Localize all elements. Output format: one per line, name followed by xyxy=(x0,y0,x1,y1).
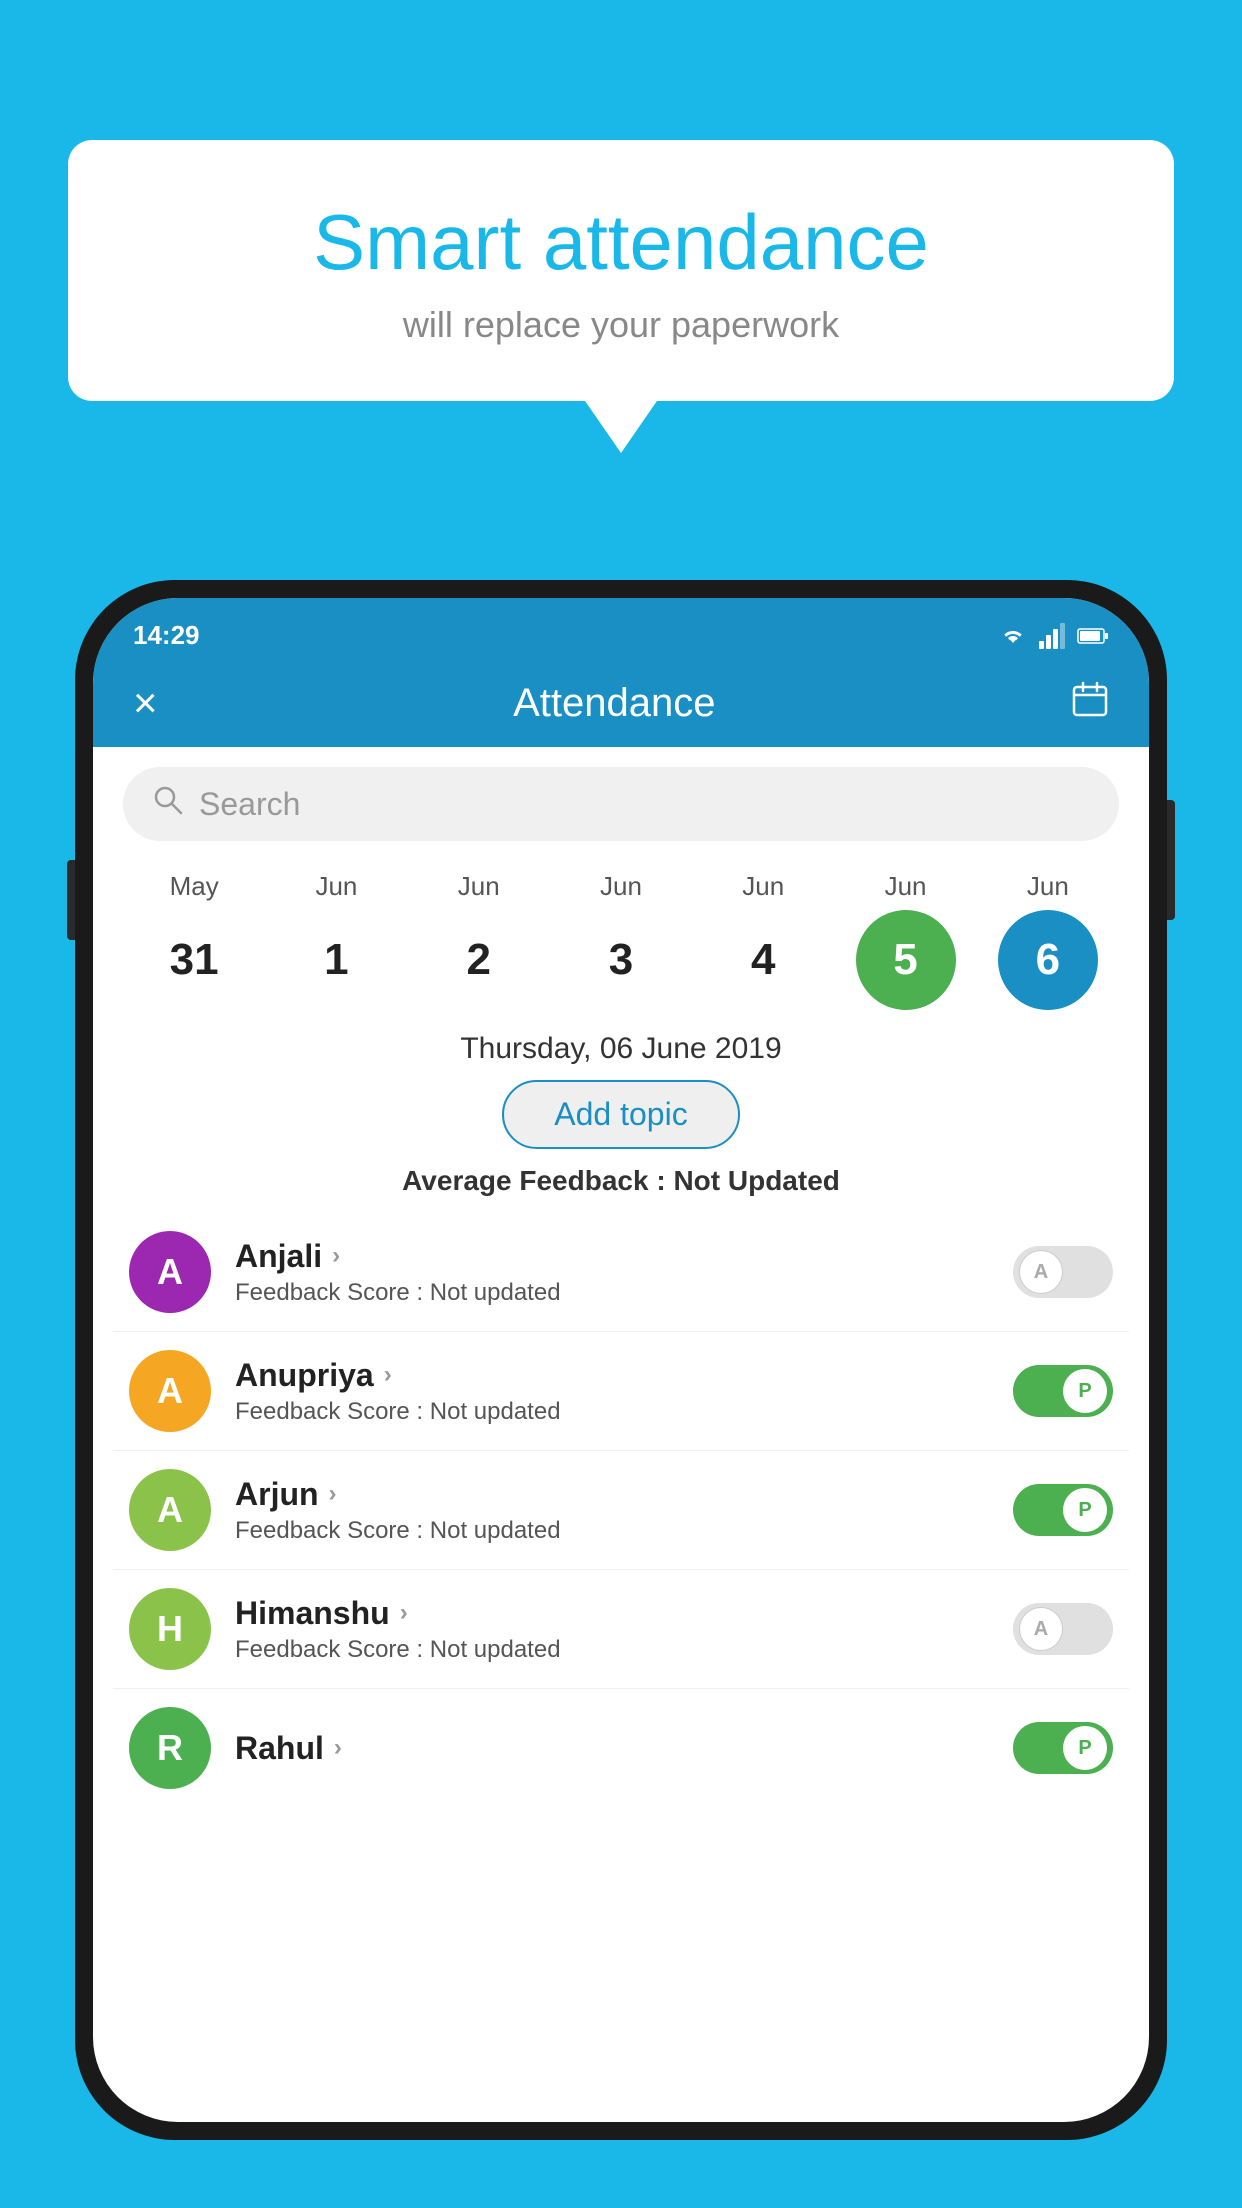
attendance-toggle-last[interactable]: P xyxy=(1013,1722,1113,1774)
student-feedback-anupriya: Feedback Score : Not updated xyxy=(235,1398,1013,1426)
avatar-anjali: A xyxy=(129,1231,211,1313)
toggle-knob-himanshu: A xyxy=(1019,1607,1063,1651)
month-6: Jun xyxy=(983,871,1113,902)
month-5: Jun xyxy=(841,871,971,902)
chevron-anupriya: › xyxy=(384,1361,392,1389)
toggle-himanshu[interactable]: A xyxy=(1013,1603,1113,1655)
toggle-anjali[interactable]: A xyxy=(1013,1246,1113,1298)
day-6-circle[interactable]: 6 xyxy=(998,910,1098,1010)
attendance-toggle-arjun[interactable]: P xyxy=(1013,1484,1113,1536)
student-item-himanshu[interactable]: H Himanshu › Feedback Score : Not update… xyxy=(113,1570,1129,1689)
day-1[interactable]: 1 xyxy=(271,921,401,999)
toggle-arjun[interactable]: P xyxy=(1013,1484,1113,1536)
power-button xyxy=(1167,800,1175,920)
battery-icon xyxy=(1077,627,1109,645)
avatar-last: R xyxy=(129,1707,211,1789)
chevron-arjun: › xyxy=(329,1480,337,1508)
attendance-toggle-himanshu[interactable]: A xyxy=(1013,1603,1113,1655)
toggle-knob-arjun: P xyxy=(1063,1488,1107,1532)
avatar-arjun: A xyxy=(129,1469,211,1551)
search-placeholder: Search xyxy=(199,786,300,823)
speech-bubble: Smart attendance will replace your paper… xyxy=(68,140,1174,401)
close-button[interactable]: × xyxy=(133,679,158,727)
student-item-arjun[interactable]: A Arjun › Feedback Score : Not updated P xyxy=(113,1451,1129,1570)
avatar-anupriya: A xyxy=(129,1350,211,1432)
student-info-himanshu: Himanshu › Feedback Score : Not updated xyxy=(235,1595,1013,1664)
month-3: Jun xyxy=(556,871,686,902)
day-2[interactable]: 2 xyxy=(414,921,544,999)
avg-feedback-value: Not Updated xyxy=(673,1165,839,1196)
status-time: 14:29 xyxy=(133,620,200,651)
day-0[interactable]: 31 xyxy=(129,921,259,999)
calendar-days: 31 1 2 3 4 5 6 xyxy=(123,910,1119,1010)
chevron-himanshu: › xyxy=(400,1599,408,1627)
toggle-anupriya[interactable]: P xyxy=(1013,1365,1113,1417)
wifi-icon xyxy=(999,625,1027,647)
student-name-anjali: Anjali › xyxy=(235,1238,1013,1275)
calendar-icon[interactable] xyxy=(1071,680,1109,727)
student-name-himanshu: Himanshu › xyxy=(235,1595,1013,1632)
phone-screen: 14:29 xyxy=(93,598,1149,2122)
add-topic-button[interactable]: Add topic xyxy=(502,1080,739,1149)
month-1: Jun xyxy=(271,871,401,902)
month-2: Jun xyxy=(414,871,544,902)
student-info-last: Rahul › xyxy=(235,1730,1013,1767)
day-5-selected[interactable]: 5 xyxy=(841,910,971,1010)
attendance-toggle-anupriya[interactable]: P xyxy=(1013,1365,1113,1417)
student-info-arjun: Arjun › Feedback Score : Not updated xyxy=(235,1476,1013,1545)
phone-container: 14:29 xyxy=(75,580,1167,2140)
header-title: Attendance xyxy=(513,681,715,726)
search-bar[interactable]: Search xyxy=(123,767,1119,841)
student-feedback-anjali: Feedback Score : Not updated xyxy=(235,1279,1013,1307)
month-4: Jun xyxy=(698,871,828,902)
student-name-last: Rahul › xyxy=(235,1730,1013,1767)
toggle-last[interactable]: P xyxy=(1013,1722,1113,1774)
student-info-anjali: Anjali › Feedback Score : Not updated xyxy=(235,1238,1013,1307)
day-4[interactable]: 4 xyxy=(698,921,828,999)
day-6-selected[interactable]: 6 xyxy=(983,910,1113,1010)
chevron-last: › xyxy=(334,1734,342,1762)
bubble-title: Smart attendance xyxy=(128,200,1114,286)
day-5-circle[interactable]: 5 xyxy=(856,910,956,1010)
app-header: × Attendance xyxy=(93,661,1149,747)
status-bar: 14:29 xyxy=(93,598,1149,661)
chevron-anjali: › xyxy=(332,1242,340,1270)
avatar-himanshu: H xyxy=(129,1588,211,1670)
selected-date: Thursday, 06 June 2019 xyxy=(93,1032,1149,1066)
student-list: A Anjali › Feedback Score : Not updated … xyxy=(93,1213,1149,2122)
toggle-knob-last: P xyxy=(1063,1726,1107,1770)
month-0: May xyxy=(129,871,259,902)
student-name-arjun: Arjun › xyxy=(235,1476,1013,1513)
student-item-last[interactable]: R Rahul › P xyxy=(113,1689,1129,1807)
calendar-strip: May Jun Jun Jun Jun Jun Jun 31 1 2 3 4 5 xyxy=(93,861,1149,1010)
status-icons xyxy=(999,623,1109,649)
avg-feedback-label: Average Feedback : xyxy=(402,1165,673,1196)
volume-button xyxy=(67,860,75,940)
day-3[interactable]: 3 xyxy=(556,921,686,999)
student-name-anupriya: Anupriya › xyxy=(235,1357,1013,1394)
toggle-knob-anjali: A xyxy=(1019,1250,1063,1294)
student-item-anupriya[interactable]: A Anupriya › Feedback Score : Not update… xyxy=(113,1332,1129,1451)
search-icon xyxy=(153,785,183,823)
bubble-subtitle: will replace your paperwork xyxy=(128,304,1114,346)
attendance-toggle-anjali[interactable]: A xyxy=(1013,1246,1113,1298)
signal-icon xyxy=(1039,623,1065,649)
toggle-knob-anupriya: P xyxy=(1063,1369,1107,1413)
average-feedback: Average Feedback : Not Updated xyxy=(93,1165,1149,1197)
student-info-anupriya: Anupriya › Feedback Score : Not updated xyxy=(235,1357,1013,1426)
student-feedback-arjun: Feedback Score : Not updated xyxy=(235,1517,1013,1545)
phone-outer: 14:29 xyxy=(75,580,1167,2140)
calendar-months: May Jun Jun Jun Jun Jun Jun xyxy=(123,871,1119,902)
student-feedback-himanshu: Feedback Score : Not updated xyxy=(235,1636,1013,1664)
student-item-anjali[interactable]: A Anjali › Feedback Score : Not updated … xyxy=(113,1213,1129,1332)
